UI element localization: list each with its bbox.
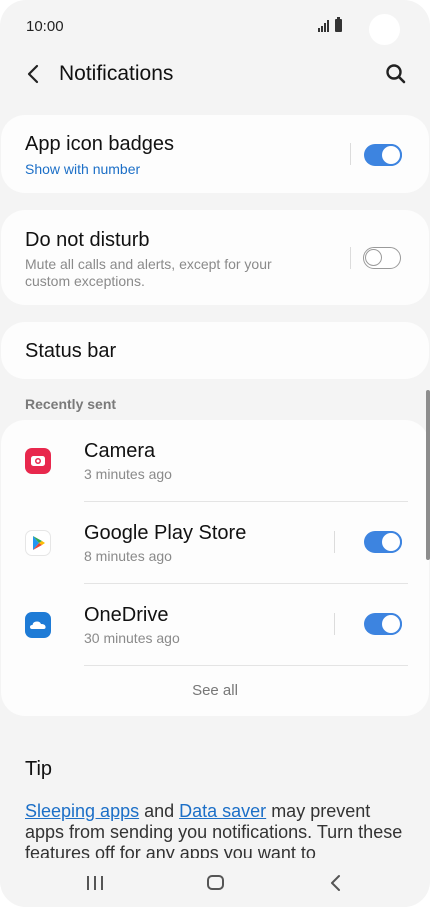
list-item-camera[interactable]: Camera 3 minutes ago [1,420,429,502]
tip-text: Sleeping apps and Data saver may prevent… [25,801,405,858]
do-not-disturb-subtitle: Mute all calls and alerts, except for yo… [25,256,272,289]
scrollbar[interactable] [426,390,430,560]
list-item-google-play-store[interactable]: Google Play Store 8 minutes ago [1,502,429,584]
back-arrow-icon[interactable] [22,62,46,86]
app-name: OneDrive [84,604,169,626]
app-name: Google Play Store [84,522,247,544]
app-icon-badges-subtitle: Show with number [25,161,141,177]
status-bar: 10:00 [0,0,430,56]
status-time: 10:00 [26,18,64,35]
tip-text-part: and [139,801,180,821]
signal-icon [318,20,332,32]
divider [334,613,335,635]
data-saver-link[interactable]: Data saver [179,801,266,821]
phone-screen: 10:00 Notifications App icon badges Show… [0,0,430,907]
tip-title: Tip [25,758,53,780]
navigation-bar [0,858,430,907]
recent-apps-icon[interactable] [87,876,105,890]
divider [350,143,351,165]
home-icon[interactable] [207,875,224,890]
app-time: 3 minutes ago [84,466,172,482]
camera-app-icon [25,448,51,474]
status-bar-card[interactable]: Status bar [1,322,429,379]
do-not-disturb-title: Do not disturb [25,229,150,251]
divider [350,247,351,269]
front-camera-cutout [369,14,400,45]
app-time: 30 minutes ago [84,630,180,646]
list-item-onedrive[interactable]: OneDrive 30 minutes ago [1,584,429,666]
battery-icon [335,17,342,32]
do-not-disturb-toggle[interactable] [363,247,401,269]
app-icon-badges-title: App icon badges [25,133,175,155]
app-time: 8 minutes ago [84,548,172,564]
google-play-store-toggle[interactable] [364,531,402,553]
recently-sent-label: Recently sent [25,396,117,412]
play-store-icon [25,530,51,556]
nav-back-icon[interactable] [328,874,344,892]
app-bar: Notifications [0,56,430,96]
do-not-disturb-card[interactable]: Do not disturb Mute all calls and alerts… [1,210,429,305]
onedrive-toggle[interactable] [364,613,402,635]
recently-sent-card: Camera 3 minutes ago Google Play Store 8… [1,420,429,716]
status-bar-title: Status bar [25,340,117,362]
onedrive-icon [25,612,51,638]
app-name: Camera [84,440,156,462]
sleeping-apps-link[interactable]: Sleeping apps [25,801,139,821]
search-icon[interactable] [384,62,408,86]
app-icon-badges-card[interactable]: App icon badges Show with number [1,115,429,193]
see-all-button[interactable]: See all [1,682,429,699]
row-divider [84,665,408,666]
divider [334,531,335,553]
app-icon-badges-toggle[interactable] [364,144,402,166]
page-title: Notifications [59,62,174,85]
